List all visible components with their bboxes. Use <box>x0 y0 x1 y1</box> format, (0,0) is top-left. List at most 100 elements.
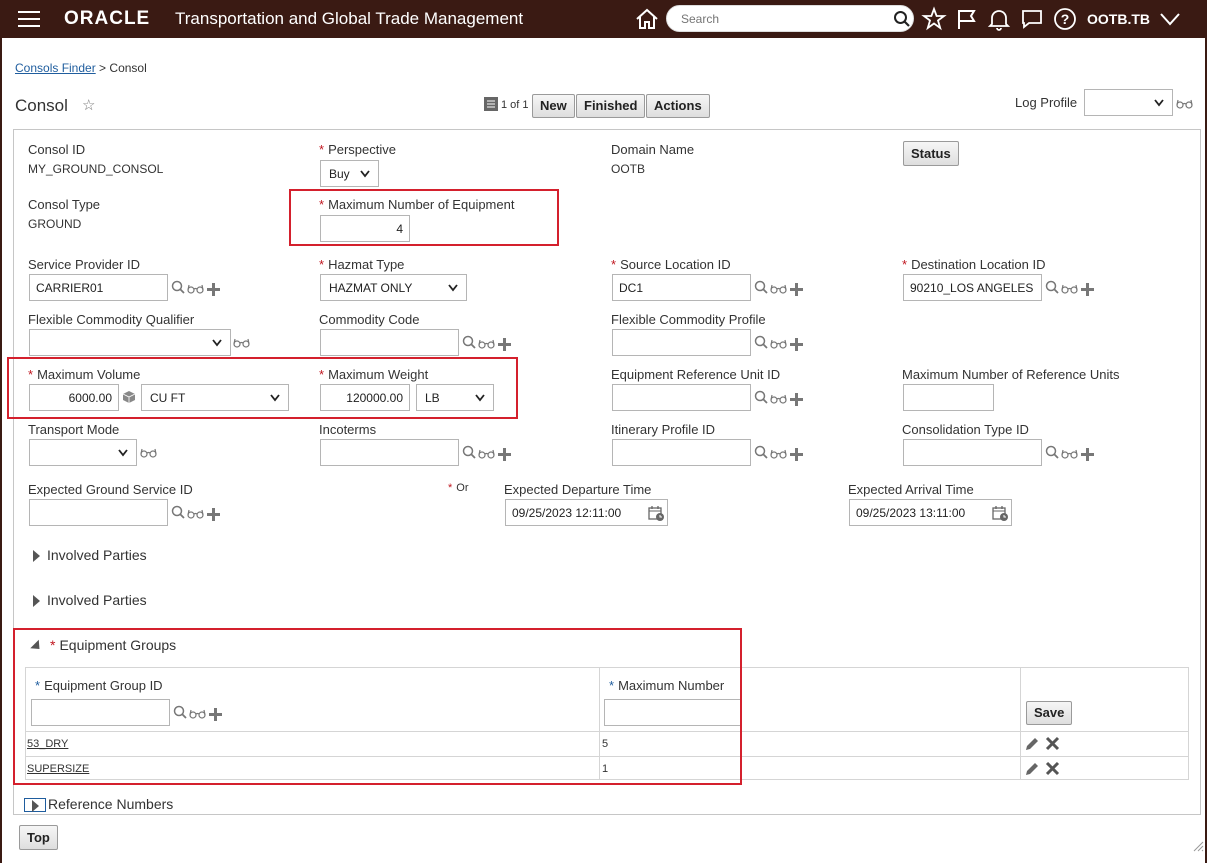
expected-departure-time-label: Expected Departure Time <box>504 482 652 497</box>
log-profile-select[interactable] <box>1084 89 1173 116</box>
expected-ground-service-id-input[interactable] <box>29 499 168 526</box>
source-location-id-input[interactable] <box>612 274 751 301</box>
equipment-reference-unit-id-label: Equipment Reference Unit ID <box>611 367 781 382</box>
status-button[interactable]: Status <box>903 141 959 166</box>
max-num-reference-units-label: Maximum Number of Reference Units <box>902 367 1120 382</box>
itinerary-profile-id-input[interactable] <box>612 439 751 466</box>
maximum-volume-input[interactable] <box>29 384 119 411</box>
lookup-icons[interactable] <box>462 335 514 351</box>
expected-departure-time-input[interactable] <box>505 499 668 526</box>
flexible-commodity-profile-input[interactable] <box>612 329 751 356</box>
help-icon[interactable]: ? <box>1052 6 1078 32</box>
star-icon[interactable] <box>921 6 947 32</box>
destination-location-id-input[interactable] <box>903 274 1042 301</box>
flag-icon[interactable] <box>954 6 980 32</box>
view-glasses-icon[interactable] <box>140 448 157 458</box>
lookup-icons[interactable] <box>173 705 225 721</box>
expected-ground-service-id-label: Expected Ground Service ID <box>28 482 193 497</box>
consol-type-value: GROUND <box>28 217 82 231</box>
transport-mode-select[interactable] <box>29 439 137 466</box>
consolidation-type-id-label: Consolidation Type ID <box>902 422 1029 437</box>
new-button[interactable]: New <box>532 94 575 118</box>
hazmat-type-select[interactable]: HAZMAT ONLY <box>320 274 467 301</box>
lookup-icons[interactable] <box>171 280 223 296</box>
lookup-icons[interactable] <box>754 390 806 406</box>
incoterms-input[interactable] <box>320 439 459 466</box>
equipment-group-link[interactable]: SUPERSIZE <box>27 763 89 775</box>
chevron-down-icon <box>270 394 280 402</box>
lookup-icons[interactable] <box>754 445 806 461</box>
consolidation-type-id-input[interactable] <box>903 439 1042 466</box>
finished-button[interactable]: Finished <box>576 94 646 118</box>
resize-handle-icon[interactable] <box>1192 840 1204 852</box>
table-row: 53_DRY 5 <box>26 731 1188 756</box>
search-input[interactable] <box>679 9 879 29</box>
table-row: SUPERSIZE 1 <box>26 756 1188 781</box>
maximum-weight-unit-select[interactable]: LB <box>416 384 494 411</box>
breadcrumb-consols-finder[interactable]: Consols Finder <box>15 61 96 75</box>
lookup-icons[interactable] <box>1045 445 1097 461</box>
flexible-commodity-qualifier-label: Flexible Commodity Qualifier <box>28 312 195 327</box>
chevron-down-icon <box>475 394 485 402</box>
edit-pencil-icon[interactable] <box>1024 761 1040 777</box>
max-num-equipment-input[interactable] <box>320 215 410 242</box>
max-num-reference-units-input[interactable] <box>903 384 994 411</box>
involved-parties-section-1[interactable]: Involved Parties <box>33 547 147 563</box>
equipment-group-id-input[interactable] <box>31 699 170 726</box>
user-name[interactable]: OOTB.TB <box>1087 11 1150 27</box>
service-provider-id-input[interactable] <box>29 274 168 301</box>
max-num-equipment-label: * Maximum Number of Equipment <box>319 197 515 212</box>
transport-mode-label: Transport Mode <box>28 422 120 437</box>
chat-icon[interactable] <box>1019 6 1045 32</box>
equipment-groups-section[interactable]: * Equipment Groups <box>30 637 176 654</box>
search-box[interactable] <box>666 5 914 32</box>
search-icon[interactable] <box>893 10 911 28</box>
page-title: Consol <box>15 96 68 115</box>
flexible-commodity-qualifier-select[interactable] <box>29 329 231 356</box>
breadcrumb: Consols Finder > Consol <box>15 61 147 75</box>
equipment-groups-table: * Equipment Group ID * Maximum Number Save… <box>25 667 1189 780</box>
involved-parties-section-2[interactable]: Involved Parties <box>33 592 147 608</box>
reference-numbers-section[interactable]: Reference Numbers <box>24 796 173 813</box>
calendar-icon[interactable] <box>992 505 1009 522</box>
edit-pencil-icon[interactable] <box>1024 736 1040 752</box>
expand-arrow-icon <box>33 595 40 608</box>
home-icon[interactable] <box>634 6 660 32</box>
chevron-down-icon[interactable] <box>1157 6 1183 32</box>
pager-text: 1 of 1 <box>501 99 529 111</box>
app-header: ORACLE Transportation and Global Trade M… <box>0 0 1207 38</box>
view-glasses-icon[interactable] <box>233 338 250 348</box>
domain-name-label: Domain Name <box>611 142 695 157</box>
calendar-icon[interactable] <box>648 505 665 522</box>
save-button[interactable]: Save <box>1026 701 1073 725</box>
equipment-reference-unit-id-input[interactable] <box>612 384 751 411</box>
lookup-icons[interactable] <box>754 280 806 296</box>
delete-x-icon[interactable] <box>1045 761 1060 776</box>
perspective-label: * Perspective <box>319 142 396 157</box>
lookup-icons[interactable] <box>171 505 223 521</box>
menu-icon[interactable] <box>18 11 42 29</box>
delete-x-icon[interactable] <box>1045 736 1060 751</box>
maximum-volume-unit-select[interactable]: CU FT <box>141 384 289 411</box>
lookup-icons[interactable] <box>462 445 514 461</box>
expected-arrival-time-input[interactable] <box>849 499 1012 526</box>
view-glasses-icon[interactable] <box>1176 99 1193 109</box>
record-list-icon <box>484 97 498 111</box>
destination-location-id-label: * Destination Location ID <box>902 257 1046 272</box>
chevron-down-icon <box>360 170 370 178</box>
lookup-icons[interactable] <box>1045 280 1097 296</box>
actions-button[interactable]: Actions <box>646 94 710 118</box>
equipment-group-link[interactable]: 53_DRY <box>27 738 68 750</box>
cube-icon[interactable] <box>122 390 136 404</box>
lookup-icons[interactable] <box>754 335 806 351</box>
max-number-input[interactable] <box>604 699 741 726</box>
top-button[interactable]: Top <box>19 825 58 850</box>
commodity-code-input[interactable] <box>320 329 459 356</box>
favorite-star-icon[interactable]: ☆ <box>82 96 95 114</box>
chevron-down-icon <box>212 339 222 347</box>
bell-icon[interactable] <box>986 6 1012 32</box>
consol-type-label: Consol Type <box>28 197 101 212</box>
maximum-weight-input[interactable] <box>320 384 410 411</box>
breadcrumb-current: Consol <box>109 61 147 75</box>
perspective-select[interactable]: Buy <box>320 160 379 187</box>
